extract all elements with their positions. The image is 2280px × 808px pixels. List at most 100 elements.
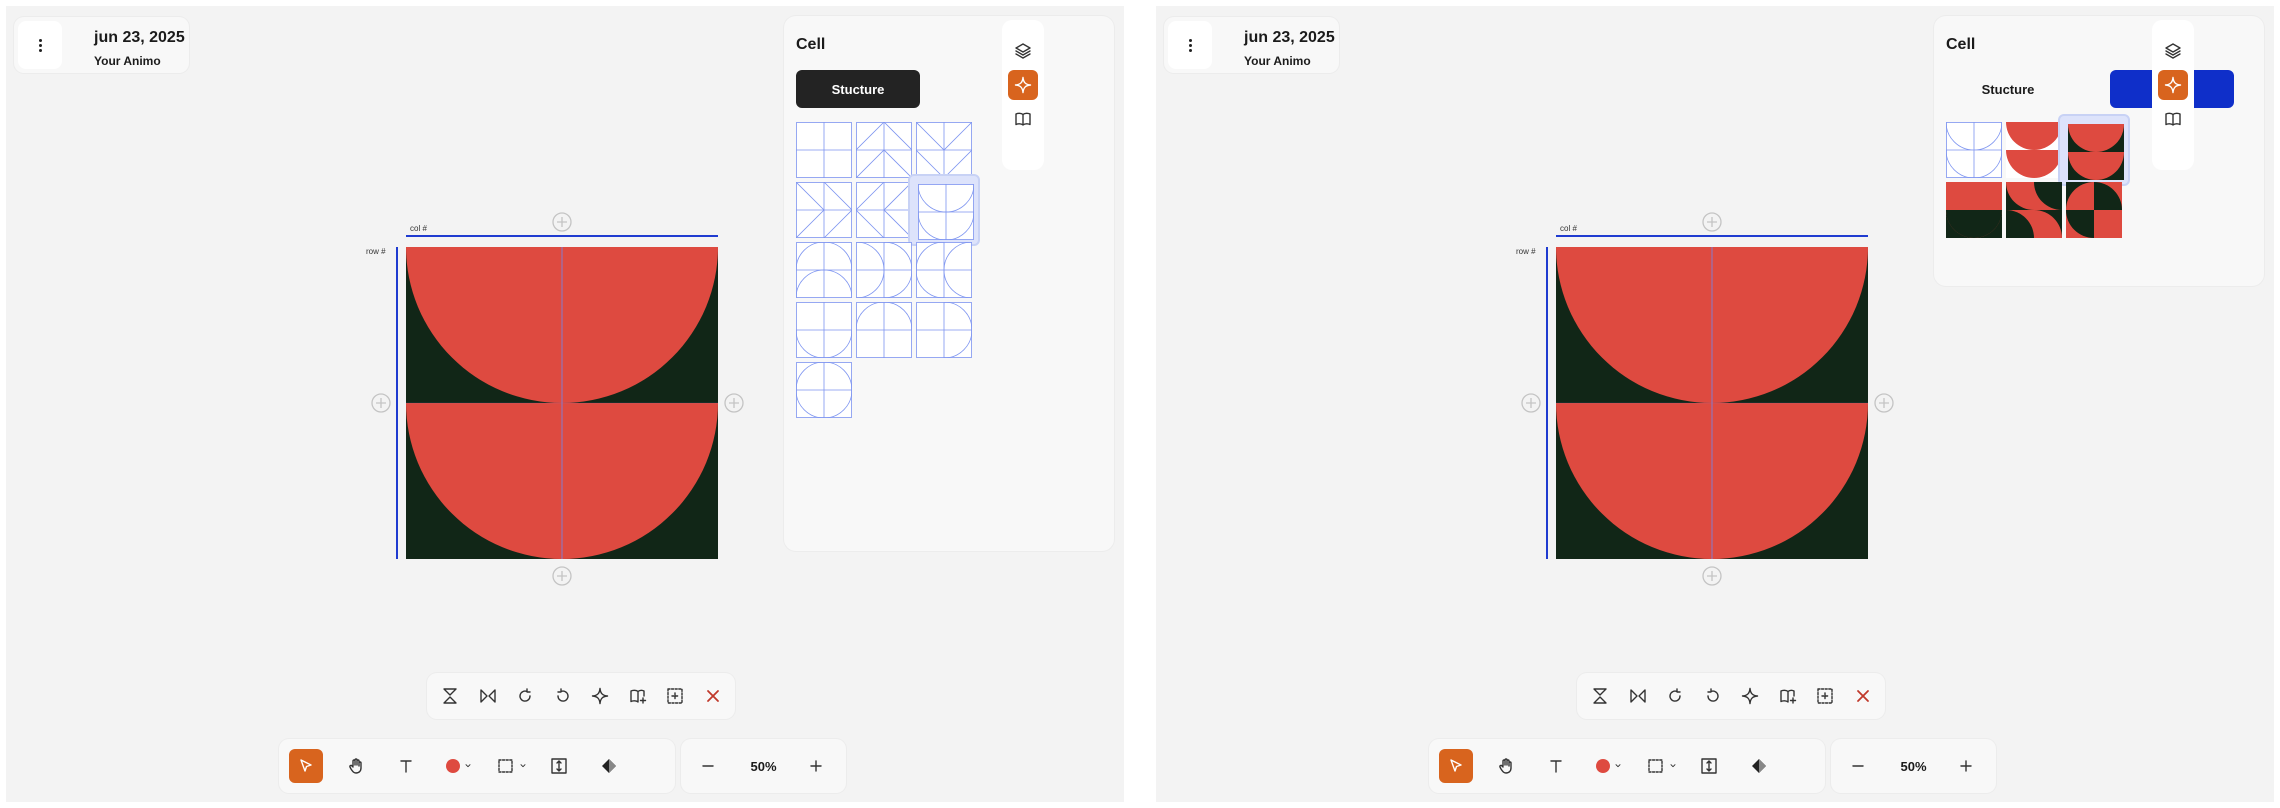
selection-button[interactable]	[1808, 679, 1842, 713]
minus-icon	[699, 757, 717, 775]
sparkle-button[interactable]	[583, 679, 617, 713]
selection-button[interactable]	[658, 679, 692, 713]
structure-tile-quarter-arcs-left[interactable]	[788, 354, 860, 426]
selection-icon	[666, 687, 684, 705]
plus-icon	[1957, 757, 1975, 775]
chevron-down-icon	[1667, 760, 1679, 772]
text-tool-button[interactable]	[389, 749, 423, 783]
hand-icon	[1497, 757, 1515, 775]
add-row-top-button[interactable]	[1702, 212, 1722, 232]
pointer-icon	[1447, 757, 1465, 775]
pointer-tool-button[interactable]	[289, 749, 323, 783]
color-picker-button[interactable]	[439, 749, 481, 783]
structure-tile-quarter-arcs-right[interactable]	[908, 294, 980, 366]
layers-icon	[1014, 42, 1032, 60]
split-tool-button[interactable]	[1692, 749, 1726, 783]
layers-icon	[2164, 42, 2182, 60]
flip-vertical-button[interactable]	[433, 679, 467, 713]
rotate-cw-icon	[516, 687, 534, 705]
selection-tool-button[interactable]	[1641, 749, 1685, 783]
zoom-control: 50%	[681, 739, 846, 793]
sparkle-button[interactable]	[1733, 679, 1767, 713]
hand-tool-button[interactable]	[339, 749, 373, 783]
side-rail	[2152, 20, 2194, 170]
add-row-bottom-button[interactable]	[552, 566, 572, 586]
rotate-cw-button[interactable]	[508, 679, 542, 713]
rotate-ccw-button[interactable]	[546, 679, 580, 713]
color-dot-icon	[446, 759, 460, 773]
select-rect-icon	[497, 757, 515, 775]
flip-vertical-icon	[441, 687, 459, 705]
add-row-top-button[interactable]	[552, 212, 572, 232]
flip-vertical-button[interactable]	[1583, 679, 1617, 713]
flip-horizontal-button[interactable]	[1621, 679, 1655, 713]
chevron-down-icon	[1612, 760, 1624, 772]
screen-style: jun 23, 2025 Your Animo col # row # Cell Stuc…	[1156, 6, 2274, 802]
screen-structure: jun 23, 2025 Your Animo col # row # Cell Stuc…	[6, 6, 1124, 802]
tab-structure[interactable]: Stucture	[1946, 70, 2070, 108]
book-icon	[2164, 110, 2182, 128]
cell-panel: CellStuctureStyle	[1934, 16, 2264, 286]
zoom-out-button[interactable]	[691, 749, 725, 783]
fill-icon	[600, 757, 618, 775]
library-button[interactable]	[1008, 104, 1038, 134]
fill-tool-button[interactable]	[592, 749, 626, 783]
color-picker-button[interactable]	[1589, 749, 1631, 783]
zoom-in-button[interactable]	[1949, 749, 1983, 783]
flip-vertical-icon	[1591, 687, 1609, 705]
flip-horizontal-button[interactable]	[471, 679, 505, 713]
panel-title: Cell	[796, 36, 826, 53]
text-tool-button[interactable]	[1539, 749, 1573, 783]
row-label: row #	[1516, 247, 1536, 256]
selection-tool-button[interactable]	[491, 749, 535, 783]
library-button[interactable]	[2158, 104, 2188, 134]
zoom-out-button[interactable]	[1841, 749, 1875, 783]
layers-button[interactable]	[1008, 36, 1038, 66]
pointer-tool-button[interactable]	[1439, 749, 1473, 783]
magic-button[interactable]	[2158, 70, 2188, 100]
book-add-button[interactable]	[1771, 679, 1805, 713]
close-icon	[704, 687, 722, 705]
cell-actions-toolbar	[1577, 673, 1885, 719]
close-button[interactable]	[1846, 679, 1880, 713]
select-rect-icon	[1647, 757, 1665, 775]
sparkle-icon	[1741, 687, 1759, 705]
rotate-cw-icon	[1666, 687, 1684, 705]
zoom-level: 50%	[1900, 758, 1927, 774]
book-add-icon	[1779, 687, 1797, 705]
add-column-right-button[interactable]	[724, 393, 744, 413]
column-label: col #	[410, 224, 427, 233]
column-label: col #	[1560, 224, 1577, 233]
flip-horizontal-icon	[1629, 687, 1647, 705]
main-toolbar	[279, 739, 675, 793]
main-toolbar	[1429, 739, 1825, 793]
tab-structure[interactable]: Stucture	[796, 70, 920, 108]
rotate-cw-button[interactable]	[1658, 679, 1692, 713]
rotate-ccw-button[interactable]	[1696, 679, 1730, 713]
zoom-in-button[interactable]	[799, 749, 833, 783]
layers-button[interactable]	[2158, 36, 2188, 66]
chevron-down-icon	[462, 760, 474, 772]
zoom-level: 50%	[750, 758, 777, 774]
artboard[interactable]	[1556, 247, 1868, 559]
text-icon	[1547, 757, 1565, 775]
book-add-button[interactable]	[621, 679, 655, 713]
close-button[interactable]	[696, 679, 730, 713]
hand-tool-button[interactable]	[1489, 749, 1523, 783]
plus-icon	[807, 757, 825, 775]
fill-tool-button[interactable]	[1742, 749, 1776, 783]
split-tool-button[interactable]	[542, 749, 576, 783]
magic-button[interactable]	[1008, 70, 1038, 100]
add-row-bottom-button[interactable]	[1702, 566, 1722, 586]
hand-icon	[347, 757, 365, 775]
add-column-right-button[interactable]	[1874, 393, 1894, 413]
zoom-control: 50%	[1831, 739, 1996, 793]
style-tile-mixed-2[interactable]	[2058, 174, 2130, 246]
fill-icon	[1750, 757, 1768, 775]
add-column-left-button[interactable]	[371, 393, 391, 413]
split-icon	[1700, 757, 1718, 775]
sparkle-icon	[591, 687, 609, 705]
artboard[interactable]	[406, 247, 718, 559]
cell-panel: CellStuctureStyle	[784, 16, 1114, 551]
add-column-left-button[interactable]	[1521, 393, 1541, 413]
